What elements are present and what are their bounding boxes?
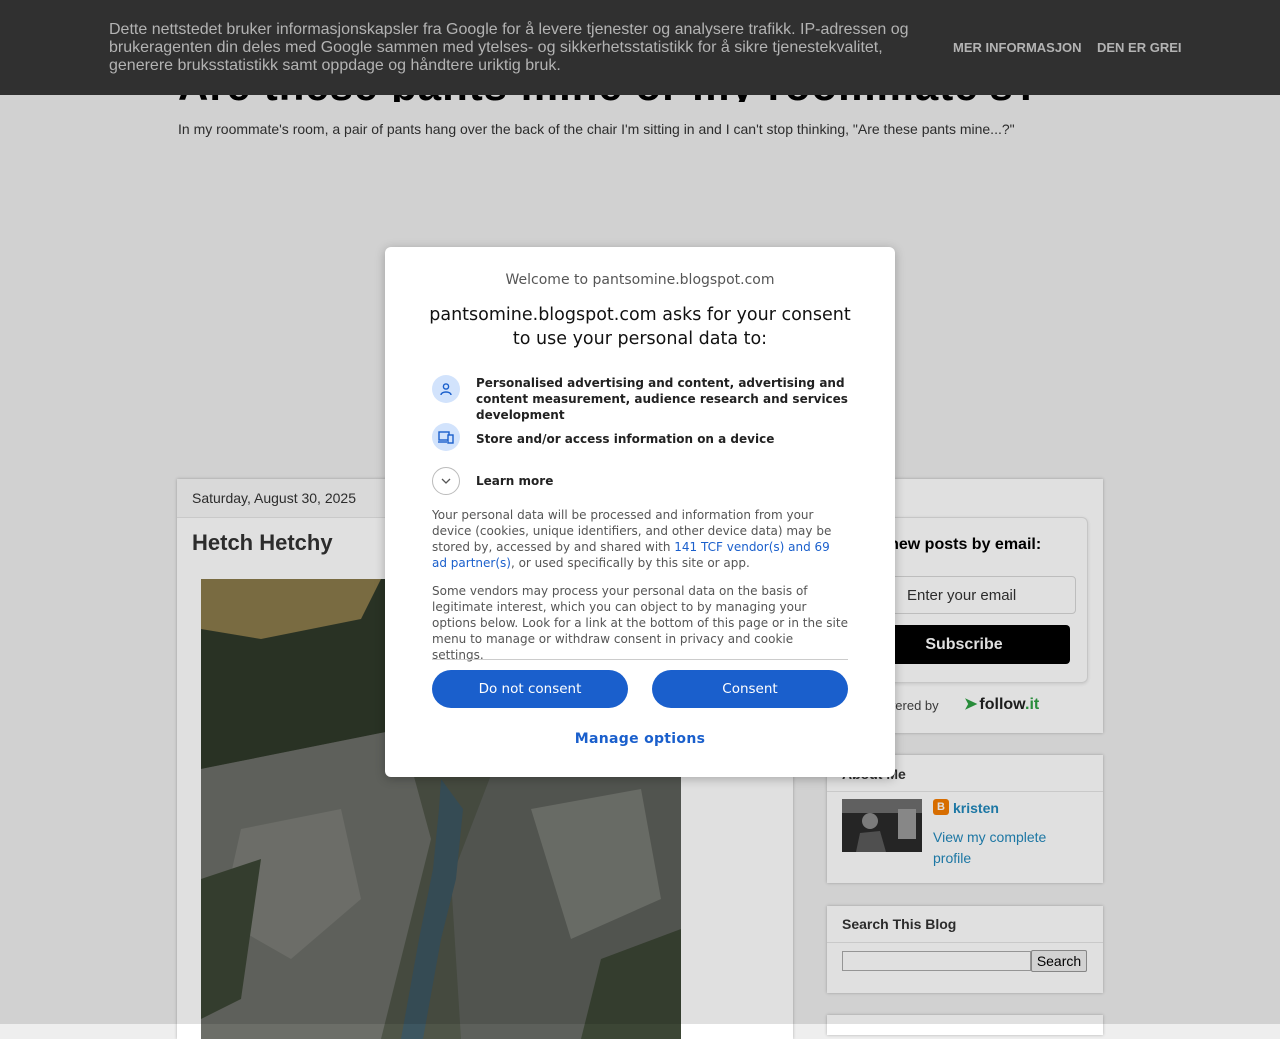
learn-more-label[interactable]: Learn more bbox=[476, 473, 553, 489]
consent-paragraph-vendors: Your personal data will be processed and… bbox=[432, 507, 848, 571]
person-icon bbox=[432, 375, 460, 403]
manage-options-link[interactable]: Manage options bbox=[385, 731, 895, 747]
chevron-down-icon[interactable] bbox=[432, 467, 460, 495]
consent-paragraph-legitimate-interest: Some vendors may process your personal d… bbox=[432, 584, 848, 662]
cookie-notice-text: Dette nettstedet bruker informasjonskaps… bbox=[109, 21, 909, 74]
consent-button[interactable]: Consent bbox=[652, 670, 848, 708]
cookie-notice-bar: Dette nettstedet bruker informasjonskaps… bbox=[0, 0, 1280, 95]
divider bbox=[432, 659, 848, 660]
blog-page: Are these pants mine or my roommate's? I… bbox=[0, 0, 1280, 1039]
devices-icon bbox=[432, 423, 460, 451]
consent-dialog: Welcome to pantsomine.blogspot.com pants… bbox=[385, 247, 895, 777]
more-info-link[interactable]: Mer informasjon bbox=[953, 40, 1082, 55]
accept-cookies-link[interactable]: Den er grei bbox=[1097, 40, 1182, 55]
purpose-text: Personalised advertising and content, ad… bbox=[476, 376, 848, 422]
paragraph-text: , or used specifically by this site or a… bbox=[510, 556, 750, 570]
purpose-text: Store and/or access information on a dev… bbox=[476, 432, 775, 446]
consent-heading: pantsomine.blogspot.com asks for your co… bbox=[429, 305, 851, 349]
consent-welcome: Welcome to pantsomine.blogspot.com bbox=[505, 272, 775, 288]
do-not-consent-button[interactable]: Do not consent bbox=[432, 670, 628, 708]
